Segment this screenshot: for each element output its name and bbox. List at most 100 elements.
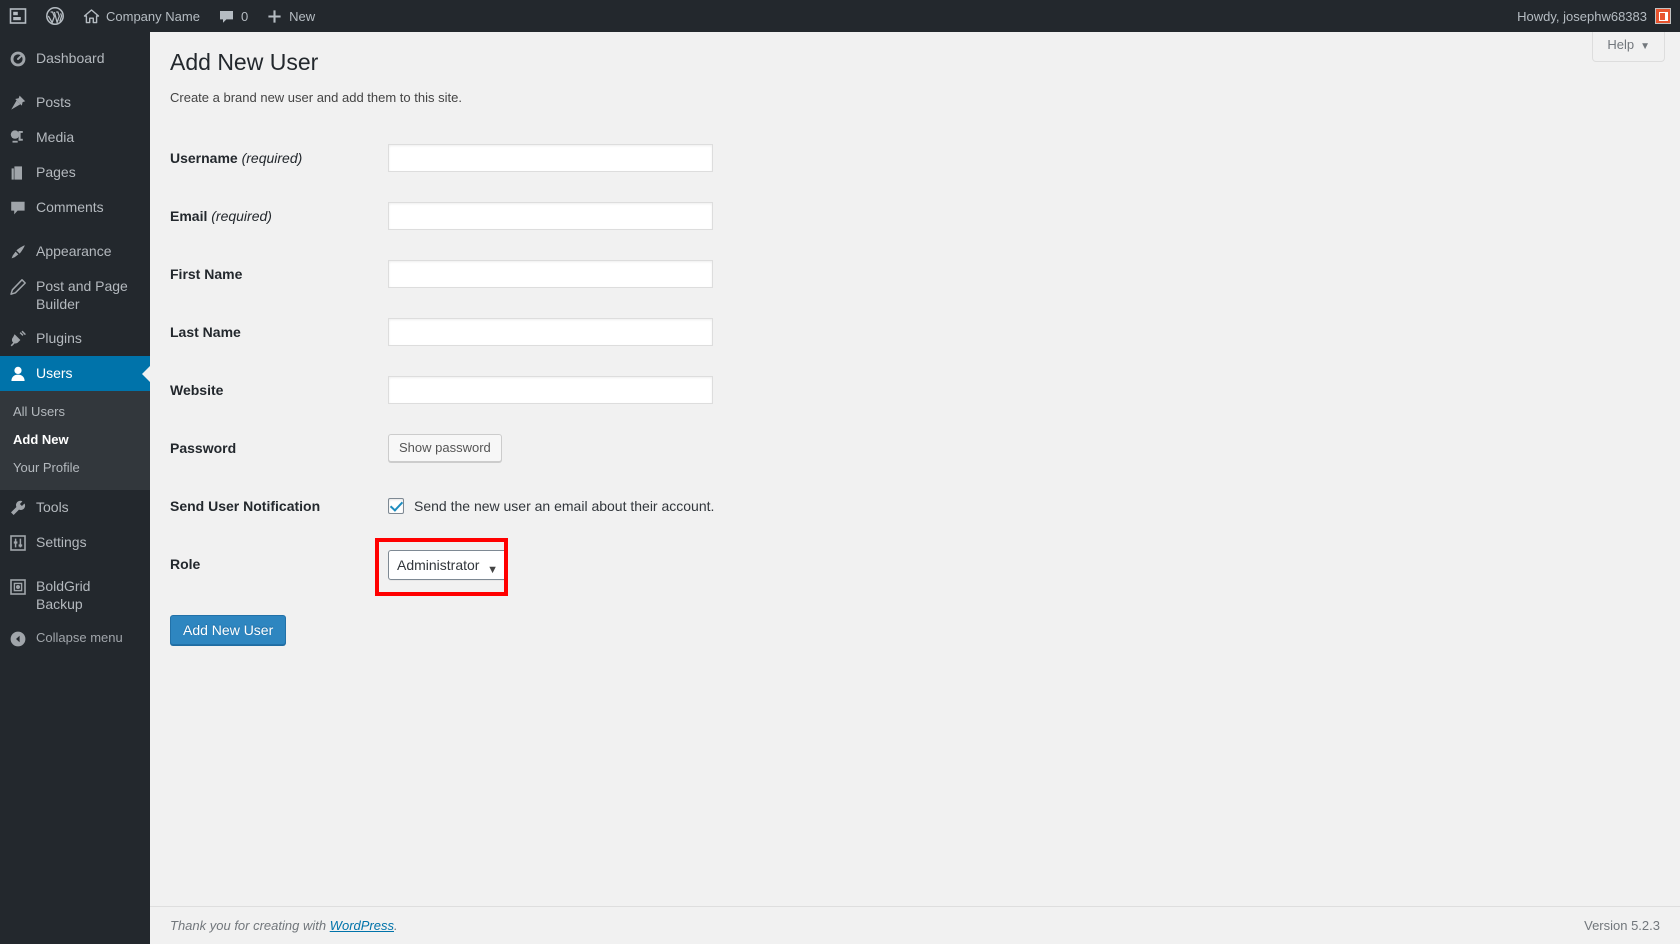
sidebar-item-media[interactable]: Media: [0, 120, 150, 155]
home-icon: [83, 8, 100, 25]
label-username-text: Username: [170, 150, 238, 166]
collapse-menu-button[interactable]: Collapse menu: [0, 621, 150, 656]
sidebar-item-posts[interactable]: Posts: [0, 85, 150, 120]
content-body: Help▼ Add New User Create a brand new us…: [150, 32, 1680, 645]
cell-send-user-notification: Send the new user an email about their a…: [378, 477, 1270, 535]
comments-count: 0: [241, 9, 248, 24]
wordpress-logo-button[interactable]: [36, 0, 74, 32]
sidebar-label-media: Media: [36, 128, 84, 146]
admin-footer: Thank you for creating with WordPress. V…: [150, 906, 1680, 944]
cell-last-name: [378, 303, 1270, 361]
label-username: Username (required): [170, 129, 378, 187]
help-tab-toggle[interactable]: Help▼: [1592, 32, 1665, 62]
cell-website: [378, 361, 1270, 419]
comment-bubble-icon: [218, 8, 235, 25]
last-name-input[interactable]: [388, 318, 713, 346]
my-account-button[interactable]: Howdy, josephw68383: [1508, 0, 1680, 32]
form-row-website: Website: [170, 361, 1270, 419]
label-send-user-notification: Send User Notification: [170, 477, 378, 535]
label-email: Email (required): [170, 187, 378, 245]
send-notification-checkbox[interactable]: [388, 498, 404, 514]
form-row-email: Email (required): [170, 187, 1270, 245]
comments-button[interactable]: 0: [209, 0, 257, 32]
comment-bubble-icon: [0, 198, 36, 217]
role-select-wrapper: Administrator ▼: [388, 550, 507, 580]
wordpress-logo-icon: [45, 6, 65, 26]
sidebar-item-pages[interactable]: Pages: [0, 155, 150, 190]
collapse-arrow-icon: [0, 629, 36, 648]
sidebar-label-plugins: Plugins: [36, 329, 92, 347]
label-website-text: Website: [170, 382, 223, 398]
page-description: Create a brand new user and add them to …: [170, 89, 1660, 107]
sidebar-subitem-all-users[interactable]: All Users: [0, 398, 150, 426]
sidebar-label-tools: Tools: [36, 498, 79, 516]
role-select[interactable]: Administrator: [388, 550, 507, 580]
sidebar-item-plugins[interactable]: Plugins: [0, 321, 150, 356]
sidebar-label-users: Users: [36, 364, 83, 382]
add-new-user-button[interactable]: Add New User: [170, 615, 286, 645]
boldgrid-logo-icon: [9, 7, 27, 25]
label-email-text: Email: [170, 208, 207, 224]
label-username-note: (required): [242, 150, 303, 166]
show-password-button[interactable]: Show password: [388, 434, 502, 462]
paintbrush-icon: [0, 242, 36, 261]
sidebar-label-comments: Comments: [36, 198, 114, 216]
boldgrid-logo-button[interactable]: [0, 0, 36, 32]
form-row-role: Role Administrator ▼: [170, 535, 1270, 595]
first-name-input[interactable]: [388, 260, 713, 288]
sidebar-item-boldgrid-backup[interactable]: BoldGrid Backup: [0, 569, 150, 621]
site-name-label: Company Name: [106, 9, 200, 24]
email-input[interactable]: [388, 202, 713, 230]
sliders-icon: [0, 533, 36, 552]
wrench-icon: [0, 498, 36, 517]
sidebar-item-dashboard[interactable]: Dashboard: [0, 41, 150, 76]
sidebar-label-dashboard: Dashboard: [36, 49, 115, 67]
sidebar-item-appearance[interactable]: Appearance: [0, 234, 150, 269]
form-row-username: Username (required): [170, 129, 1270, 187]
collapse-menu-label: Collapse menu: [36, 629, 133, 647]
cell-first-name: [378, 245, 1270, 303]
cell-password: Show password: [378, 419, 1270, 477]
label-first-name-text: First Name: [170, 266, 242, 282]
sidebar-label-appearance: Appearance: [36, 242, 122, 260]
new-content-button[interactable]: New: [257, 0, 324, 32]
sidebar-subitem-your-profile[interactable]: Your Profile: [0, 454, 150, 482]
label-password: Password: [170, 419, 378, 477]
username-input[interactable]: [388, 144, 713, 172]
sidebar-label-boldgrid-backup: BoldGrid Backup: [36, 577, 150, 613]
form-row-password: Password Show password: [170, 419, 1270, 477]
menu-spacer-top: [0, 32, 150, 41]
new-content-label: New: [289, 9, 315, 24]
content-area: Help▼ Add New User Create a brand new us…: [150, 32, 1680, 944]
admin-bar: Company Name 0 New Howdy, josephw68383: [0, 0, 1680, 32]
sidebar-label-settings: Settings: [36, 533, 97, 551]
help-label: Help: [1607, 37, 1634, 52]
admin-bar-spacer: [324, 0, 1508, 32]
sidebar-item-users[interactable]: Users: [0, 356, 150, 391]
cell-email: [378, 187, 1270, 245]
user-form-table: Username (required) Email (required): [170, 129, 1270, 595]
cell-username: [378, 129, 1270, 187]
howdy-label: Howdy, josephw68383: [1517, 9, 1647, 24]
sidebar-item-settings[interactable]: Settings: [0, 525, 150, 560]
plus-icon: [266, 8, 283, 25]
sidebar-item-post-and-page-builder[interactable]: Post and Page Builder: [0, 269, 150, 321]
user-icon: [0, 364, 36, 383]
menu-separator-1: [0, 76, 150, 85]
form-row-send-user-notification: Send User Notification Send the new user…: [170, 477, 1270, 535]
sidebar-label-post-and-page-builder: Post and Page Builder: [36, 277, 150, 313]
sidebar-subitem-add-new[interactable]: Add New: [0, 426, 150, 454]
site-name-button[interactable]: Company Name: [74, 0, 209, 32]
sidebar-submenu-users: All Users Add New Your Profile: [0, 391, 150, 490]
pin-icon: [0, 93, 36, 112]
sidebar-label-pages: Pages: [36, 163, 86, 181]
plug-icon: [0, 329, 36, 348]
label-last-name-text: Last Name: [170, 324, 241, 340]
label-email-note: (required): [211, 208, 272, 224]
sidebar-item-tools[interactable]: Tools: [0, 490, 150, 525]
dashboard-icon: [0, 49, 36, 68]
wordpress-link[interactable]: WordPress: [330, 918, 394, 933]
footer-thankyou-prefix: Thank you for creating with: [170, 918, 330, 933]
sidebar-item-comments[interactable]: Comments: [0, 190, 150, 225]
website-input[interactable]: [388, 376, 713, 404]
